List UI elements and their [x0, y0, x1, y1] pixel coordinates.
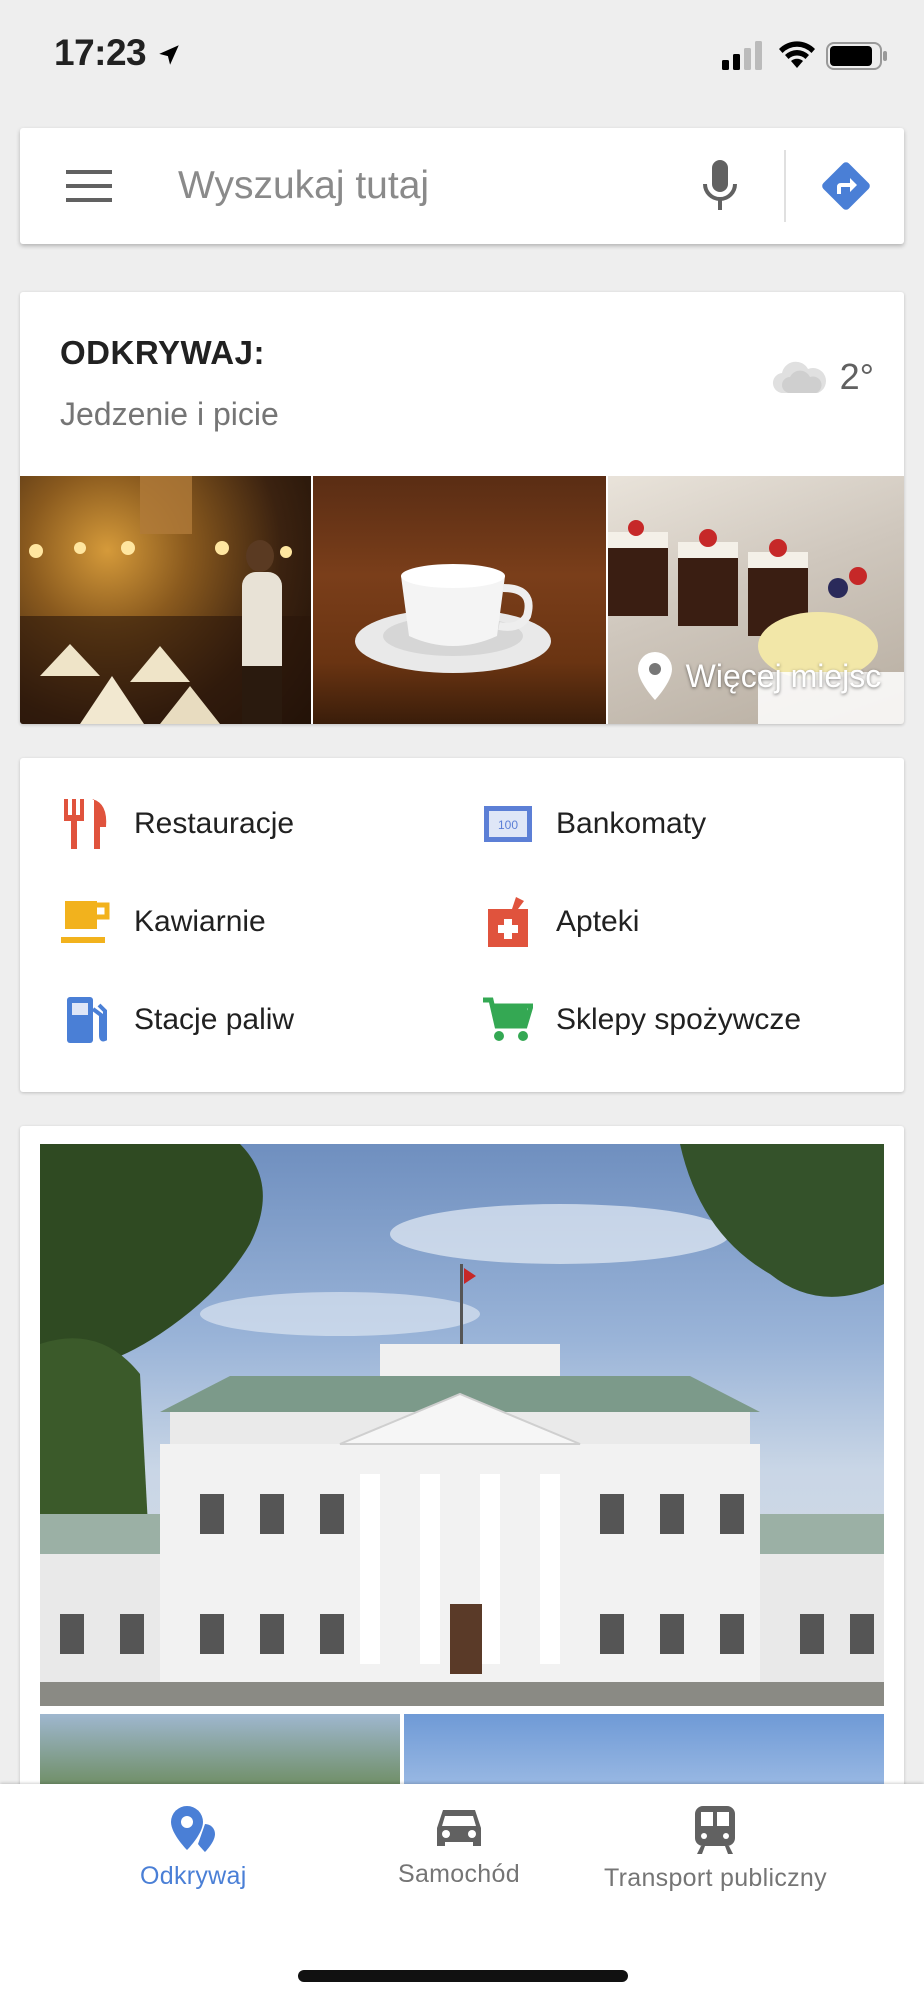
coffee-photo[interactable] [313, 476, 606, 724]
temperature: 2° [839, 356, 874, 397]
category-gas-stations[interactable]: Stacje paliw [60, 990, 294, 1050]
coffee-cup-icon [60, 896, 112, 948]
menu-icon[interactable] [66, 166, 112, 206]
car-icon [436, 1810, 481, 1846]
explore-photos[interactable]: Więcej miejsc [20, 476, 904, 724]
signal-icon [722, 41, 762, 70]
palace-scene [40, 1144, 884, 1706]
status-bar: 17:23 [0, 0, 924, 120]
gas-station-icon [60, 994, 112, 1046]
svg-text:100: 100 [498, 818, 518, 832]
nav-label: Odkrywaj [140, 1862, 247, 1890]
restaurant-scene [20, 476, 312, 724]
place-pin-icon [637, 652, 672, 700]
category-cafes[interactable]: Kawiarnie [60, 892, 266, 952]
category-label: Sklepy spożywcze [556, 1003, 802, 1036]
nav-tab-transit[interactable]: Transport publiczny [604, 1806, 827, 1893]
search-input[interactable] [178, 158, 698, 214]
status-time: 17:23 [54, 32, 147, 73]
microphone-icon[interactable] [702, 160, 738, 212]
category-label: Restauracje [134, 807, 295, 840]
fork-knife-icon [60, 798, 112, 850]
coffee-scene [355, 564, 552, 673]
category-label: Stacje paliw [134, 1003, 295, 1036]
explore-pin-icon [171, 1806, 216, 1852]
category-pharmacies[interactable]: Apteki [482, 892, 639, 952]
dessert-photo[interactable]: Więcej miejsc [607, 476, 904, 724]
home-indicator[interactable] [298, 1970, 628, 1982]
shopping-cart-icon [482, 994, 534, 1046]
nav-tab-car[interactable]: Samochód [398, 1806, 520, 1889]
categories-card: Restauracje 100 Bankomaty Kawiarnie Apte… [20, 758, 904, 1092]
pharmacy-icon [482, 896, 534, 948]
nav-label: Samochód [398, 1860, 520, 1888]
directions-icon[interactable] [818, 158, 874, 214]
category-label: Bankomaty [556, 807, 707, 840]
more-places-label: Więcej miejsc [685, 657, 882, 694]
wifi-icon [779, 41, 815, 68]
more-places-link[interactable]: Więcej miejsc [637, 652, 882, 700]
search-divider [784, 150, 786, 222]
category-label: Apteki [556, 905, 640, 938]
category-grocery-stores[interactable]: Sklepy spożywcze [482, 990, 801, 1050]
cloud-icon [772, 361, 826, 394]
nav-label: Transport publiczny [604, 1864, 827, 1892]
train-icon [695, 1806, 736, 1854]
nav-tab-explore[interactable]: Odkrywaj [140, 1806, 247, 1891]
search-bar [20, 128, 904, 244]
explore-subtitle: Jedzenie i picie [60, 396, 279, 432]
location-arrow-icon [159, 45, 179, 65]
explore-card[interactable]: ODKRYWAJ: Jedzenie i picie 2° Więcej mie… [20, 292, 904, 724]
palace-photo[interactable] [40, 1144, 884, 1706]
restaurant-photo[interactable] [20, 476, 312, 724]
bottom-navigation: Odkrywaj Samochód Transport publiczny [0, 1784, 924, 2000]
category-atms[interactable]: 100 Bankomaty [482, 794, 706, 854]
category-label: Kawiarnie [134, 905, 266, 938]
explore-title: ODKRYWAJ: [60, 334, 265, 371]
weather-widget: 2° [772, 356, 874, 398]
category-restaurants[interactable]: Restauracje [60, 794, 294, 854]
battery-icon [826, 42, 887, 70]
atm-icon: 100 [482, 798, 534, 850]
